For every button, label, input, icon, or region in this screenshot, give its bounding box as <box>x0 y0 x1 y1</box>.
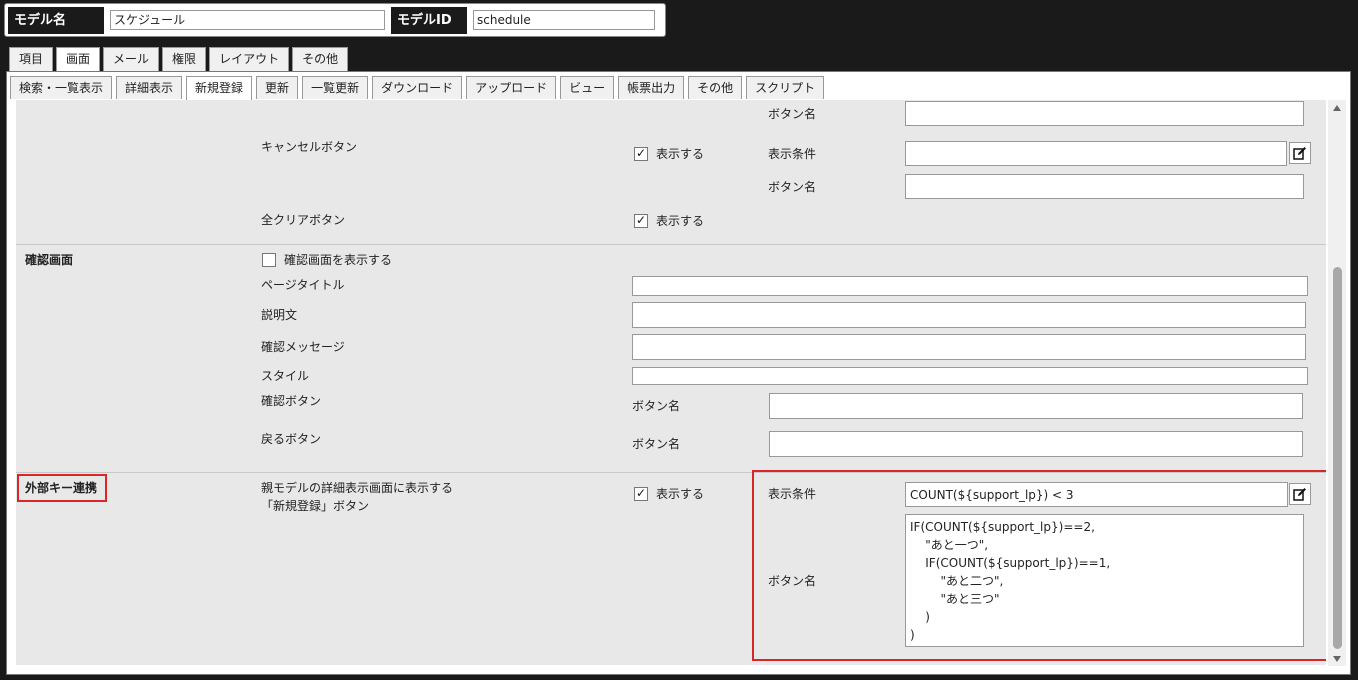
model-name-label: モデル名 <box>8 7 104 34</box>
page-title-input[interactable] <box>632 276 1308 296</box>
description-label: 説明文 <box>261 308 298 322</box>
model-id-label: モデルID <box>391 7 467 34</box>
fk-show-label: 表示する <box>656 487 705 501</box>
model-name-input[interactable]: スケジュール <box>110 10 385 30</box>
confirm-button-name-label: ボタン名 <box>632 399 681 413</box>
cancel-condition-input[interactable] <box>905 141 1287 166</box>
tab-permission[interactable]: 権限 <box>162 47 207 71</box>
scroll-down-arrow-icon[interactable] <box>1333 656 1341 662</box>
show-confirm-label: 確認画面を表示する <box>284 253 393 267</box>
description-input[interactable] <box>632 302 1306 328</box>
subtab-script[interactable]: スクリプト <box>746 76 825 99</box>
cancel-show-label: 表示する <box>656 147 705 161</box>
cancel-condition-edit-button[interactable] <box>1289 142 1311 164</box>
tab-layout[interactable]: レイアウト <box>209 47 290 71</box>
style-label: スタイル <box>261 369 310 383</box>
subtab-update[interactable]: 更新 <box>256 76 299 99</box>
scroll-up-arrow-icon[interactable] <box>1333 105 1341 111</box>
top-button-name-input[interactable] <box>905 101 1304 126</box>
tab-other[interactable]: その他 <box>292 47 349 71</box>
confirm-message-label: 確認メッセージ <box>261 340 345 354</box>
subtab-other[interactable]: その他 <box>688 76 743 99</box>
section-divider <box>16 244 1326 245</box>
sub-tabs: 検索・一覧表示 詳細表示 新規登録 更新 一覧更新 ダウンロード アップロード … <box>10 76 828 100</box>
style-input[interactable] <box>632 367 1308 385</box>
clear-all-button-label: 全クリアボタン <box>261 213 346 227</box>
subtab-new-registration[interactable]: 新規登録 <box>186 76 253 100</box>
back-button-label: 戻るボタン <box>261 432 322 446</box>
subtab-bulk-update[interactable]: 一覧更新 <box>302 76 369 99</box>
edit-icon <box>1293 147 1306 160</box>
clear-all-show-checkbox[interactable] <box>634 213 648 228</box>
model-info-bar: モデル名 スケジュール モデルID schedule <box>4 3 666 37</box>
fk-button-name-label: ボタン名 <box>768 574 817 588</box>
subtab-report-output[interactable]: 帳票出力 <box>618 76 685 99</box>
fk-description-line1: 親モデルの詳細表示画面に表示する <box>261 481 454 495</box>
cancel-button-label: キャンセルボタン <box>261 140 358 154</box>
cancel-button-name-input[interactable] <box>905 174 1304 199</box>
subtab-detail[interactable]: 詳細表示 <box>116 76 183 99</box>
back-button-name-label: ボタン名 <box>632 437 681 451</box>
confirm-message-input[interactable] <box>632 334 1306 360</box>
confirm-section-title: 確認画面 <box>25 253 74 267</box>
fk-section-title: 外部キー連携 <box>25 481 98 495</box>
fk-condition-edit-button[interactable] <box>1289 483 1311 505</box>
cancel-condition-label: 表示条件 <box>768 147 817 161</box>
fk-condition-label: 表示条件 <box>768 487 817 501</box>
main-tabs: 項目 画面 メール 権限 レイアウト その他 <box>9 47 351 72</box>
back-button-name-input[interactable] <box>769 431 1303 457</box>
fk-button-name-textarea[interactable]: IF(COUNT(${support_lp})==2, "あと一つ", IF(C… <box>905 514 1304 647</box>
page-title-label: ページタイトル <box>261 278 345 292</box>
cancel-button-name-label: ボタン名 <box>768 180 817 194</box>
clear-all-show-label: 表示する <box>656 214 705 228</box>
model-id-input[interactable]: schedule <box>473 10 655 30</box>
subtab-upload[interactable]: アップロード <box>466 76 557 99</box>
top-button-name-label: ボタン名 <box>768 107 817 121</box>
fk-condition-input[interactable]: COUNT(${support_lp}) < 3 <box>905 482 1288 507</box>
scroll-thumb[interactable] <box>1333 267 1342 649</box>
cancel-show-checkbox[interactable] <box>634 146 648 161</box>
tab-items[interactable]: 項目 <box>9 47 54 71</box>
fk-description-line2: 「新規登録」ボタン <box>261 499 370 513</box>
tab-screen[interactable]: 画面 <box>56 47 101 72</box>
confirm-button-name-input[interactable] <box>769 393 1303 419</box>
confirm-button-label: 確認ボタン <box>261 394 322 408</box>
content-scrollbar[interactable] <box>1328 100 1346 666</box>
fk-show-checkbox[interactable] <box>634 486 648 501</box>
edit-icon <box>1293 488 1306 501</box>
show-confirm-checkbox[interactable] <box>262 253 276 267</box>
subtab-download[interactable]: ダウンロード <box>372 76 463 99</box>
tab-mail[interactable]: メール <box>103 47 160 71</box>
subtab-view[interactable]: ビュー <box>560 76 615 99</box>
content-area: ボタン名 キャンセルボタン 表示する 表示条件 ボタン名 全クリアボタン 表示す… <box>16 100 1326 665</box>
subtab-search-list[interactable]: 検索・一覧表示 <box>10 76 113 99</box>
